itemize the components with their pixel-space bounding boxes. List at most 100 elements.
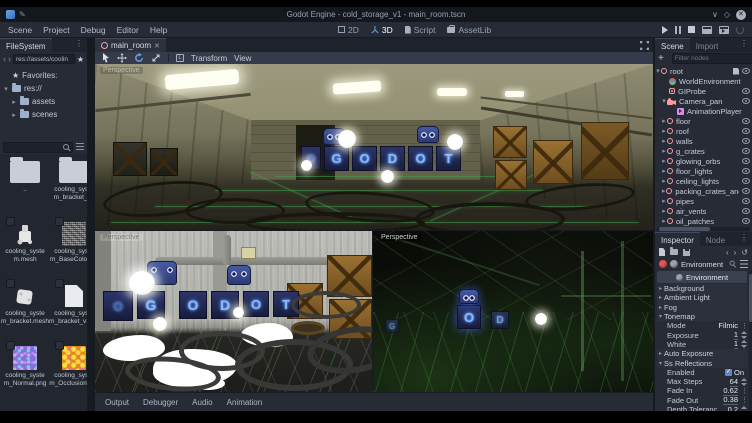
menu-scene[interactable]: Scene bbox=[8, 25, 32, 35]
inspector-tools-icon[interactable] bbox=[740, 260, 748, 268]
stepper-icon[interactable] bbox=[741, 378, 747, 386]
filesystem-menu-icon[interactable]: ⋮ bbox=[71, 38, 87, 52]
prop-exposure[interactable]: Exposure1 bbox=[657, 330, 747, 339]
slider-icon[interactable]: ⋮ bbox=[741, 396, 747, 404]
prop-white[interactable]: White1 bbox=[657, 340, 747, 349]
inspector-menu-icon[interactable]: ⋮ bbox=[736, 232, 752, 246]
visibility-eye-icon[interactable] bbox=[742, 128, 750, 134]
prop-mode[interactable]: ModeFilmic⋮ bbox=[657, 321, 747, 330]
stop-button[interactable] bbox=[688, 26, 695, 33]
history-forward-icon[interactable]: › bbox=[734, 248, 737, 257]
menu-help[interactable]: Help bbox=[150, 25, 167, 35]
fs-tree-res[interactable]: ▾res:// bbox=[3, 82, 87, 95]
fs-tree-scenes[interactable]: ▸scenes bbox=[3, 108, 87, 121]
checkbox-checked-icon[interactable]: ✓ bbox=[725, 369, 732, 376]
close-tab-icon[interactable]: ✕ bbox=[154, 42, 160, 50]
menu-editor[interactable]: Editor bbox=[117, 25, 139, 35]
fs-tree-favorites[interactable]: ★Favorites: bbox=[3, 69, 87, 82]
scale-tool-icon[interactable] bbox=[151, 53, 161, 63]
prop-max-steps[interactable]: Max Steps64 bbox=[657, 377, 747, 386]
fs-tree-assets[interactable]: ▸assets bbox=[3, 95, 87, 108]
prop-fade-in[interactable]: Fade In0.62⋮ bbox=[657, 386, 747, 395]
scene-node[interactable]: ▸ceiling_lights bbox=[655, 176, 752, 186]
minimize-button[interactable]: ∨ bbox=[712, 10, 718, 19]
visibility-eye-icon[interactable] bbox=[742, 138, 750, 144]
environment-header[interactable]: Environment bbox=[657, 271, 747, 283]
camera-label-main[interactable]: Perspective bbox=[100, 67, 143, 74]
file-item-obj[interactable]: cooling_system_bracket_v1.ob bbox=[49, 280, 87, 342]
scene-node[interactable]: ▸oil_patches bbox=[655, 216, 752, 226]
scene-node[interactable]: ▸packing_crates_and_ bbox=[655, 186, 752, 196]
file-item-texture[interactable]: cooling_system_OcclusionRou bbox=[49, 342, 87, 404]
viewport-bottom-right[interactable]: O D G Perspective bbox=[373, 231, 653, 392]
viewport-main[interactable]: ◉ G O D O T bbox=[95, 64, 653, 230]
tab-scene[interactable]: Scene bbox=[655, 38, 690, 52]
scene-node[interactable]: ▸floor bbox=[655, 116, 752, 126]
file-item-mesh[interactable]: cooling_system_bracket.mesh bbox=[1, 280, 49, 342]
tab-node[interactable]: Node bbox=[700, 232, 731, 246]
nav-back-button[interactable]: ‹ bbox=[3, 54, 6, 64]
tab-inspector[interactable]: Inspector bbox=[655, 232, 700, 246]
file-item-texture[interactable]: cooling_system_BaseColor.pn bbox=[49, 218, 87, 280]
search-properties-icon[interactable] bbox=[730, 261, 737, 268]
visibility-eye-icon[interactable] bbox=[742, 158, 750, 164]
file-item-texture[interactable]: cooling_system_Normal.png bbox=[1, 342, 49, 404]
visibility-eye-icon[interactable] bbox=[742, 98, 750, 104]
file-item-mesh[interactable]: cooling_system.mesh bbox=[1, 218, 49, 280]
save-resource-icon[interactable] bbox=[683, 249, 690, 256]
scene-node[interactable]: WorldEnvironment bbox=[655, 76, 752, 86]
visibility-eye-icon[interactable] bbox=[742, 198, 750, 204]
section-auto-exposure[interactable]: Auto Exposure bbox=[657, 349, 747, 358]
section-ambient-light[interactable]: Ambient Light bbox=[657, 293, 747, 302]
filesystem-path-input[interactable] bbox=[13, 54, 75, 64]
pause-button[interactable] bbox=[675, 26, 681, 34]
scene-tree-scrollbar[interactable] bbox=[657, 227, 750, 231]
section-tonemap[interactable]: Tonemap bbox=[657, 312, 747, 321]
visibility-eye-icon[interactable] bbox=[742, 68, 750, 74]
visibility-eye-icon[interactable] bbox=[742, 218, 750, 224]
add-node-button[interactable]: + bbox=[658, 54, 664, 64]
scene-node[interactable]: ▸glowing_orbs bbox=[655, 156, 752, 166]
play-button[interactable] bbox=[662, 26, 668, 34]
file-search-input[interactable] bbox=[3, 142, 73, 153]
viewport-bottom-left[interactable]: ◉ G O D O T bbox=[95, 231, 372, 392]
view-menu[interactable]: View bbox=[234, 54, 251, 63]
section-ss-reflections[interactable]: Ss Reflections bbox=[657, 358, 747, 367]
local-space-icon[interactable]: L bbox=[176, 54, 184, 62]
file-item-up[interactable]: .. bbox=[1, 156, 49, 218]
workspace-script-button[interactable]: Script bbox=[405, 25, 436, 35]
rotate-tool-icon[interactable] bbox=[134, 53, 144, 63]
prop-fade-out[interactable]: Fade Out0.38⋮ bbox=[657, 396, 747, 405]
tab-output[interactable]: Output bbox=[105, 398, 129, 407]
scene-node[interactable]: ▸walls bbox=[655, 136, 752, 146]
camera-label-bottom-right[interactable]: Perspective bbox=[378, 234, 421, 241]
scene-tab-main-room[interactable]: main_room ✕ bbox=[95, 38, 166, 52]
slider-icon[interactable]: ⋮ bbox=[741, 387, 747, 395]
stepper-icon[interactable] bbox=[741, 340, 747, 348]
select-tool-icon[interactable] bbox=[101, 53, 110, 63]
load-resource-icon[interactable] bbox=[670, 249, 678, 255]
maximize-button[interactable]: ◇ bbox=[724, 10, 730, 19]
section-background[interactable]: Background bbox=[657, 284, 747, 293]
scene-node[interactable]: GIProbe bbox=[655, 86, 752, 96]
stepper-icon[interactable] bbox=[741, 331, 747, 339]
visibility-eye-icon[interactable] bbox=[742, 188, 750, 194]
tab-debugger[interactable]: Debugger bbox=[143, 398, 178, 407]
visibility-eye-icon[interactable] bbox=[742, 168, 750, 174]
move-tool-icon[interactable] bbox=[117, 53, 127, 63]
file-item-folder[interactable]: cooling_system_bracket_v1 bbox=[49, 156, 87, 218]
camera-label-bottom-left[interactable]: Perspective bbox=[100, 234, 143, 241]
filter-nodes-input[interactable] bbox=[675, 55, 752, 62]
tab-animation[interactable]: Animation bbox=[227, 398, 263, 407]
visibility-eye-icon[interactable] bbox=[742, 178, 750, 184]
visibility-eye-icon[interactable] bbox=[742, 88, 750, 94]
workspace-2d-button[interactable]: 2D bbox=[338, 25, 359, 35]
play-scene-button[interactable] bbox=[702, 26, 712, 34]
history-back-icon[interactable]: ‹ bbox=[726, 248, 729, 257]
prop-enabled[interactable]: Enabled✓On bbox=[657, 368, 747, 377]
scene-node-root[interactable]: ▾root bbox=[655, 66, 752, 76]
tab-audio[interactable]: Audio bbox=[192, 398, 212, 407]
script-icon[interactable] bbox=[733, 68, 739, 75]
scene-node[interactable]: AnimationPlayer bbox=[655, 106, 752, 116]
menu-debug[interactable]: Debug bbox=[81, 25, 106, 35]
